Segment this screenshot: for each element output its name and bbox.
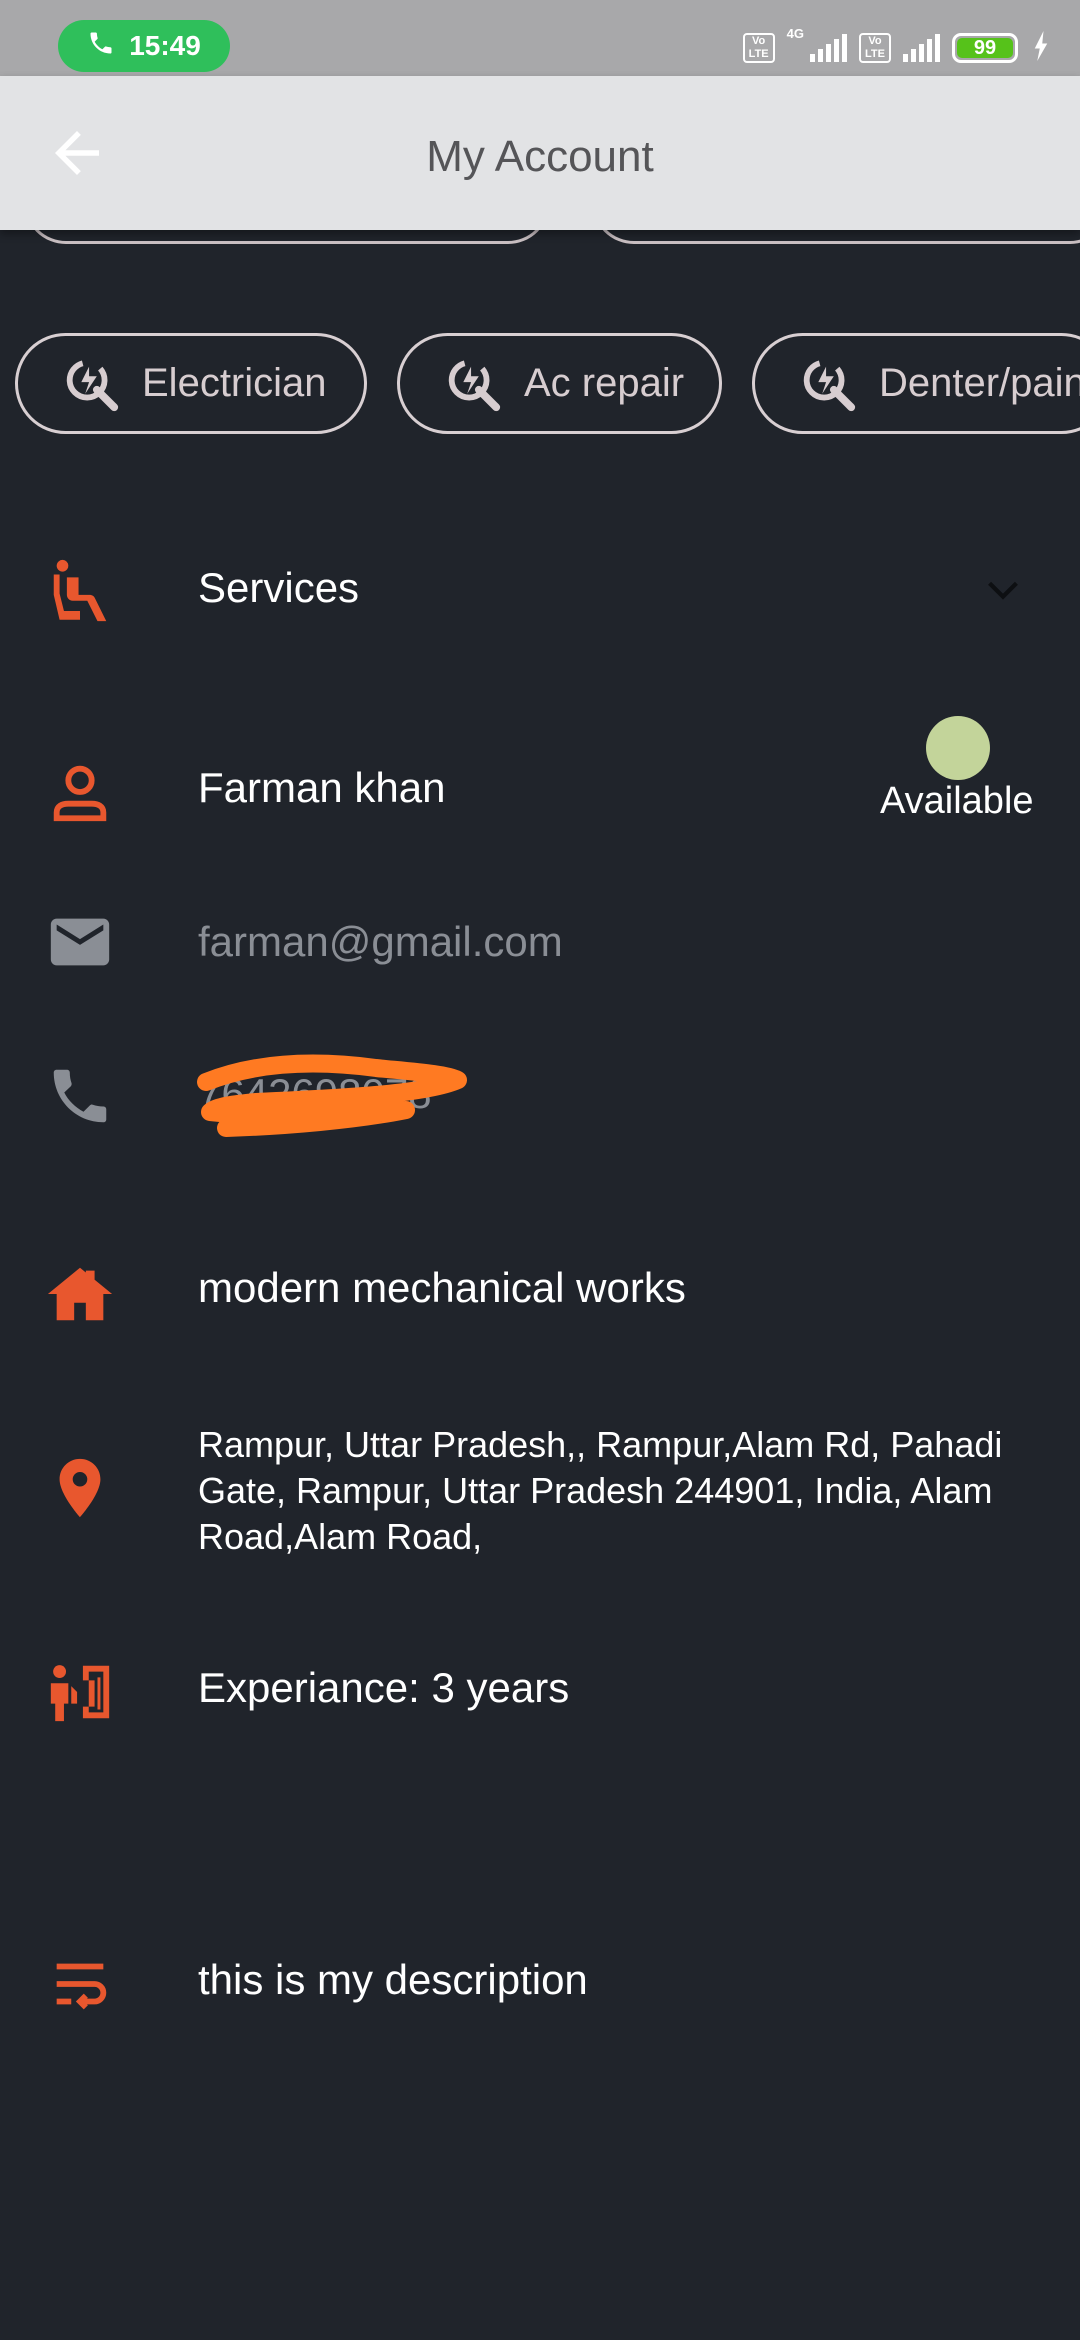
chevron-down-icon[interactable]	[980, 566, 1026, 612]
worker-icon	[40, 1652, 120, 1732]
profile-name: Farman khan	[198, 764, 446, 811]
description-value: this is my description	[198, 1956, 588, 2003]
availability-toggle[interactable]	[926, 716, 990, 780]
volte-indicator: Vo LTE	[742, 33, 775, 63]
page-title: My Account	[426, 132, 654, 181]
chip-label: Ac repair	[524, 361, 685, 405]
battery-icon: 99	[952, 33, 1018, 63]
wrench-bolt-icon	[448, 359, 501, 411]
email-value: farman@gmail.com	[198, 918, 563, 965]
wrench-bolt-icon	[803, 359, 856, 411]
chip-label: Electrician	[142, 361, 327, 405]
phone-call-icon	[87, 29, 115, 64]
location-pin-icon	[40, 1448, 120, 1528]
person-icon	[40, 752, 120, 832]
app-bar: My Account	[0, 76, 1080, 230]
chip-label: Denter/pain	[879, 361, 1080, 405]
volte-indicator-2: Vo LTE	[859, 33, 891, 63]
signal-strength-icon	[810, 34, 847, 62]
ongoing-call-pill[interactable]: 15:49	[58, 20, 230, 72]
description-icon	[40, 1944, 120, 2024]
status-bar: 15:49 Vo LTE 4G Vo LTE 99	[0, 0, 1080, 76]
status-time: 15:49	[129, 30, 201, 61]
home-icon	[40, 1254, 120, 1334]
services-label[interactable]: Services	[198, 564, 359, 612]
phone-icon	[40, 1056, 120, 1136]
chip-ac-repair[interactable]: Ac repair	[397, 333, 722, 434]
charging-icon	[1030, 30, 1052, 66]
email-icon	[40, 902, 120, 982]
status-icons: Vo LTE 4G Vo LTE 99	[742, 26, 1052, 70]
shop-name: modern mechanical works	[198, 1264, 686, 1311]
chip-denter-painter[interactable]: Denter/pain	[752, 333, 1080, 434]
seat-icon	[40, 552, 120, 632]
wrench-bolt-icon	[66, 359, 119, 411]
chip-electrician[interactable]: Electrician	[15, 333, 367, 434]
address-value: Rampur, Uttar Pradesh,, Rampur,Alam Rd, …	[198, 1424, 1003, 1557]
redaction-scribble	[197, 1054, 467, 1137]
experience-value: Experiance: 3 years	[198, 1664, 570, 1711]
availability-label: Available	[880, 780, 1034, 822]
signal-strength-icon-2	[903, 34, 940, 62]
battery-level: 99	[957, 38, 1013, 59]
network-type: 4G	[786, 26, 804, 41]
